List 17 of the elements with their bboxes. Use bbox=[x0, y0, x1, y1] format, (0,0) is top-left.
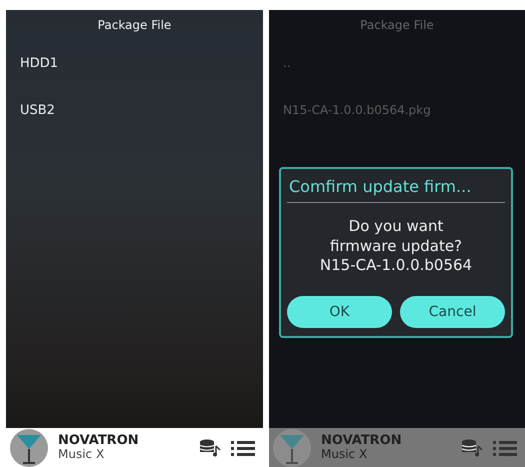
file-list-item[interactable]: USB2 bbox=[20, 87, 263, 134]
database-music-icon[interactable] bbox=[461, 438, 483, 456]
screen-title: Package File bbox=[359, 17, 435, 34]
file-list-item[interactable]: HDD1 bbox=[20, 40, 263, 87]
database-music-icon[interactable] bbox=[199, 438, 221, 456]
dialog-message: Do you want firmware update? N15-CA-1.0.0.b0564 bbox=[318, 216, 474, 276]
album-art-icon bbox=[10, 428, 48, 466]
screen-title: Package File bbox=[96, 17, 172, 34]
dialog-title: Comfirm update firm... bbox=[287, 175, 505, 203]
album-art-icon bbox=[273, 428, 311, 466]
artist-name: NOVATRON bbox=[321, 434, 403, 448]
album-name: Music X bbox=[321, 448, 368, 462]
ok-button[interactable]: OK bbox=[287, 296, 392, 328]
cancel-button[interactable]: Cancel bbox=[400, 296, 505, 328]
menu-icon[interactable] bbox=[231, 440, 255, 456]
album-name: Music X bbox=[58, 448, 106, 462]
artist-name: NOVATRON bbox=[58, 434, 140, 448]
